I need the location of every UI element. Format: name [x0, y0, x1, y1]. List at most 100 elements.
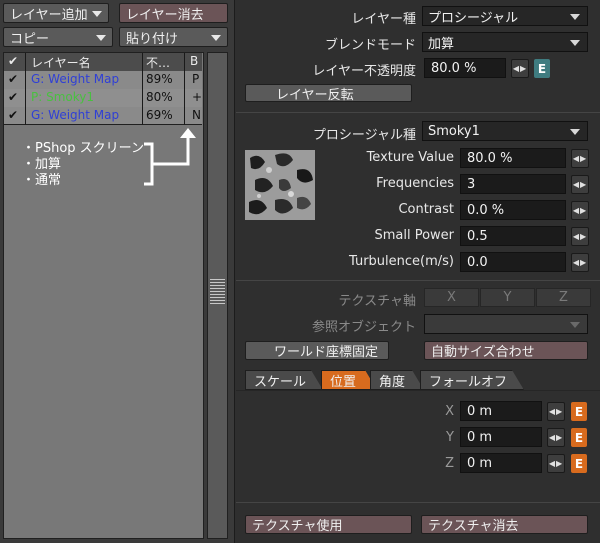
position-x-arrows-icon[interactable]: ◀▶ — [547, 402, 565, 421]
layer-opacity: 80% — [146, 90, 173, 104]
blend-header[interactable]: B — [190, 54, 198, 68]
small-power-arrows-icon[interactable]: ◀▶ — [571, 227, 589, 246]
copy-label: コピー — [10, 31, 50, 47]
position-y-arrows-icon[interactable]: ◀▶ — [547, 428, 565, 447]
position-z-envelope-button[interactable]: E — [571, 454, 587, 473]
axis-z-button[interactable]: Z — [536, 288, 591, 307]
layer-check-icon[interactable]: ✔ — [8, 90, 18, 104]
position-y-label: Y — [446, 430, 454, 445]
small-power-value: 0.5 — [467, 228, 488, 244]
layer-row[interactable]: ✔ P: Smoky1 80% + — [4, 89, 202, 107]
position-x-envelope-button[interactable]: E — [571, 402, 587, 421]
texture-value-arrows-icon[interactable]: ◀▶ — [571, 149, 589, 168]
tab-rotation-label: 角度 — [379, 374, 406, 390]
add-layer-button[interactable]: レイヤー追加 — [3, 3, 109, 23]
layer-name: G: Weight Map — [31, 72, 120, 86]
layer-opacity-input[interactable]: 80.0 % — [424, 58, 506, 78]
small-power-label: Small Power — [374, 228, 454, 243]
layer-type-value: プロシージャル — [428, 10, 519, 26]
position-x-input[interactable]: 0 m — [460, 401, 542, 421]
layer-row[interactable]: ✔ G: Weight Map 89% P — [4, 71, 202, 89]
copy-button[interactable]: コピー — [3, 27, 113, 47]
frequencies-value: 3 — [467, 176, 476, 192]
annotation-bracket-arrow-icon — [144, 128, 196, 186]
tab-falloff-label: フォールオフ — [429, 374, 508, 390]
layer-opacity: 69% — [146, 108, 173, 122]
frequencies-label: Frequencies — [376, 176, 454, 191]
position-z-label: Z — [445, 456, 454, 471]
frequencies-input[interactable]: 3 — [460, 174, 566, 194]
axis-x-button[interactable]: X — [424, 288, 479, 307]
axis-y-button[interactable]: Y — [480, 288, 535, 307]
tab-rotation[interactable]: 角度 — [370, 370, 424, 390]
layer-type-label: レイヤー種 — [351, 12, 416, 27]
layer-opacity-label: レイヤー不透明度 — [312, 64, 416, 79]
delete-layer-label: レイヤー消去 — [126, 7, 204, 23]
tab-underline — [236, 390, 600, 391]
turbulence-label: Turbulence(m/s) — [349, 254, 454, 269]
turbulence-arrows-icon[interactable]: ◀▶ — [571, 253, 589, 272]
check-header-icon: ✔ — [8, 54, 19, 68]
frequencies-arrows-icon[interactable]: ◀▶ — [571, 175, 589, 194]
world-coords-button[interactable]: ワールド座標固定 — [245, 341, 389, 360]
annotation-line: ・加算 — [22, 157, 62, 172]
procedural-type-value: Smoky1 — [428, 123, 480, 139]
contrast-arrows-icon[interactable]: ◀▶ — [571, 201, 589, 220]
reference-object-select[interactable] — [424, 314, 588, 334]
axis-x-label: X — [447, 290, 456, 305]
annotation-line: ・PShop スクリーン — [22, 141, 145, 156]
layer-list-header: ✔ レイヤー名 不… B — [4, 53, 202, 71]
auto-size-button[interactable]: 自動サイズ合わせ — [424, 341, 588, 360]
section-divider — [236, 502, 600, 503]
procedural-type-select[interactable]: Smoky1 — [422, 121, 588, 141]
paste-button[interactable]: 貼り付け — [119, 27, 228, 47]
texture-value-value: 80.0 % — [467, 150, 513, 166]
layer-list-scrollbar[interactable] — [207, 52, 228, 539]
blend-mode-label: ブレンドモード — [324, 38, 416, 53]
annotation-text: ・PShop スクリーン ・加算 ・通常 — [22, 141, 144, 189]
position-x-label: X — [445, 404, 454, 419]
texture-preview — [245, 150, 315, 220]
position-y-input[interactable]: 0 m — [460, 427, 542, 447]
layer-check-icon[interactable]: ✔ — [8, 72, 18, 86]
contrast-input[interactable]: 0.0 % — [460, 200, 566, 220]
position-z-arrows-icon[interactable]: ◀▶ — [547, 454, 565, 473]
turbulence-input[interactable]: 0.0 — [460, 252, 566, 272]
tab-position[interactable]: 位置 — [321, 370, 377, 390]
invert-layer-label: レイヤー反転 — [276, 87, 354, 103]
invert-layer-button[interactable]: レイヤー反転 — [245, 84, 412, 103]
delete-texture-label: テクスチャ消去 — [428, 519, 519, 534]
use-texture-button[interactable]: テクスチャ使用 — [245, 515, 412, 534]
layer-blend: N — [192, 108, 201, 122]
layer-blend: + — [192, 90, 203, 104]
position-z-input[interactable]: 0 m — [460, 453, 542, 473]
tab-scale[interactable]: スケール — [245, 370, 323, 390]
small-power-input[interactable]: 0.5 — [460, 226, 566, 246]
layer-type-select[interactable]: プロシージャル — [422, 6, 588, 26]
blend-mode-select[interactable]: 加算 — [422, 32, 588, 52]
position-x-value: 0 m — [467, 403, 493, 419]
layer-opacity-arrows-icon[interactable]: ◀▶ — [511, 59, 529, 78]
opacity-header[interactable]: 不… — [146, 54, 170, 71]
envelope-label: E — [574, 404, 584, 419]
delete-layer-button[interactable]: レイヤー消去 — [119, 3, 228, 23]
contrast-label: Contrast — [398, 202, 454, 217]
position-y-envelope-button[interactable]: E — [571, 428, 587, 447]
layer-name-header[interactable]: レイヤー名 — [31, 54, 91, 71]
section-divider — [236, 280, 600, 281]
scrollbar-thumb-icon[interactable] — [210, 279, 225, 305]
section-divider — [236, 112, 600, 113]
layer-opacity-envelope-button[interactable]: E — [534, 59, 550, 78]
delete-texture-button[interactable]: テクスチャ消去 — [421, 515, 588, 534]
paste-label: 貼り付け — [126, 31, 179, 47]
envelope-label: E — [537, 61, 547, 76]
tab-falloff[interactable]: フォールオフ — [420, 370, 524, 390]
texture-value-input[interactable]: 80.0 % — [460, 148, 566, 168]
layer-name: P: Smoky1 — [31, 90, 94, 104]
layer-opacity: 89% — [146, 72, 173, 86]
layer-check-icon[interactable]: ✔ — [8, 108, 18, 122]
reference-object-label: 参照オブジェクト — [311, 320, 416, 335]
layer-opacity-value: 80.0 % — [431, 60, 477, 76]
position-y-value: 0 m — [467, 429, 493, 445]
layer-row[interactable]: ✔ G: Weight Map 69% N — [4, 107, 202, 125]
